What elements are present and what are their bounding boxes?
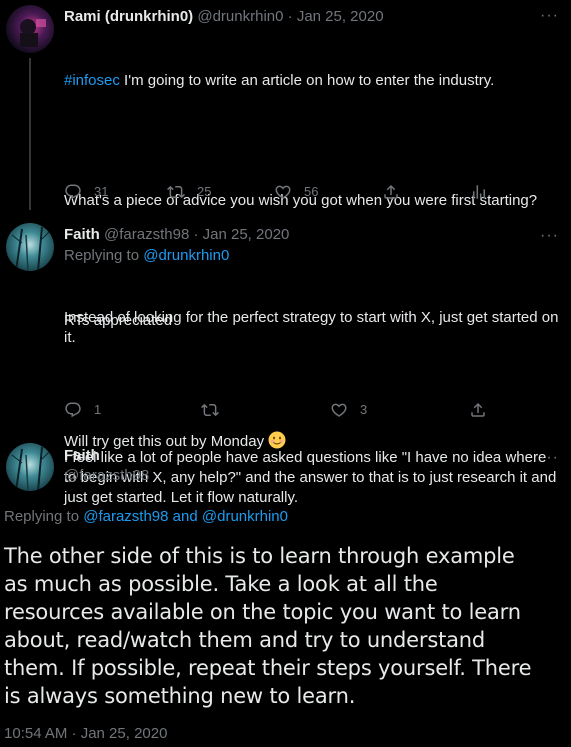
replying-prefix: Replying to (4, 508, 84, 525)
avatar-faith[interactable] (6, 443, 54, 491)
author-name[interactable]: Rami (drunkrhin0) (64, 8, 193, 25)
reply-icon (65, 184, 81, 200)
heart-icon (275, 185, 291, 199)
tweet-actions: 31 25 56 (64, 182, 559, 202)
share-icon (471, 402, 485, 417)
retweet-icon (167, 185, 185, 199)
mention-link[interactable]: @drunkrhin0 (143, 247, 229, 264)
retweet-icon (201, 403, 219, 417)
replying-to: Replying to @farazsth98 and @drunkrhin0 (4, 507, 288, 527)
separator-dot: · (287, 8, 293, 25)
like-count: 3 (360, 402, 368, 417)
analytics-icon (473, 185, 485, 199)
more-options-icon[interactable]: ··· (540, 450, 559, 466)
tweet-header: Rami (drunkrhin0) @drunkrhin0 · Jan 25, … (64, 7, 384, 27)
focused-tweet-text: The other side of this is to learn throu… (4, 544, 532, 708)
reply-icon (65, 402, 81, 418)
retweet-count: 25 (197, 184, 212, 199)
author-name[interactable]: Faith (64, 226, 100, 243)
tweet-line: #infosec I'm going to write an article o… (64, 71, 559, 91)
reply-count: 31 (94, 184, 109, 199)
focused-author: Faith (64, 446, 100, 466)
author-handle[interactable]: @farazsth98 (64, 467, 149, 484)
share-icon (384, 184, 398, 199)
like-count: 56 (304, 184, 319, 199)
analytics-button[interactable] (470, 182, 500, 202)
replying-to: Replying to @drunkrhin0 (64, 246, 229, 266)
tweet-date[interactable]: Jan 25, 2020 (203, 226, 290, 243)
share-button[interactable] (469, 400, 499, 420)
hashtag-link[interactable]: #infosec (64, 72, 120, 89)
tweet-rami[interactable]: Rami (drunkrhin0) @drunkrhin0 · Jan 25, … (0, 0, 571, 450)
reply-button[interactable]: 1 (64, 400, 101, 420)
author-handle[interactable]: @farazsth98 (104, 226, 189, 243)
tweet-faith-reply[interactable]: Faith @farazsth98 · Jan 25, 2020 ··· Rep… (0, 210, 571, 506)
author-handle[interactable]: @drunkrhin0 (197, 8, 283, 25)
avatar-faith[interactable] (6, 223, 54, 271)
more-options-icon[interactable]: ··· (540, 228, 559, 244)
reply-count: 1 (94, 402, 102, 417)
tweet-actions: 1 3 (64, 400, 559, 420)
avatar-rami[interactable] (6, 5, 54, 53)
reply-button[interactable]: 31 (64, 182, 108, 202)
tweet-date[interactable]: Jan 25, 2020 (297, 8, 384, 25)
mention-link[interactable]: @farazsth98 (83, 508, 168, 525)
retweet-button[interactable]: 25 (167, 182, 211, 202)
share-button[interactable] (382, 182, 412, 202)
tweet-line-text: I'm going to write an article on how to … (119, 72, 495, 89)
tweet-line: Instead of looking for the perfect strat… (64, 309, 563, 346)
mention-link[interactable]: @drunkrhin0 (202, 508, 288, 525)
replying-and: and (168, 508, 202, 525)
heart-icon (331, 403, 347, 417)
more-options-icon[interactable]: ··· (540, 8, 559, 24)
thread-line (29, 58, 31, 210)
tweet-timestamp[interactable]: 10:54 AM · Jan 25, 2020 (4, 724, 167, 744)
separator-dot: · (193, 226, 199, 243)
tweet-header: Faith @farazsth98 · Jan 25, 2020 (64, 225, 289, 245)
like-button[interactable]: 3 (330, 400, 367, 420)
like-button[interactable]: 56 (274, 182, 318, 202)
author-name[interactable]: Faith (64, 446, 100, 466)
retweet-button[interactable] (201, 400, 231, 420)
focused-handle-line: @farazsth98 (64, 466, 149, 486)
replying-prefix: Replying to (64, 247, 144, 264)
